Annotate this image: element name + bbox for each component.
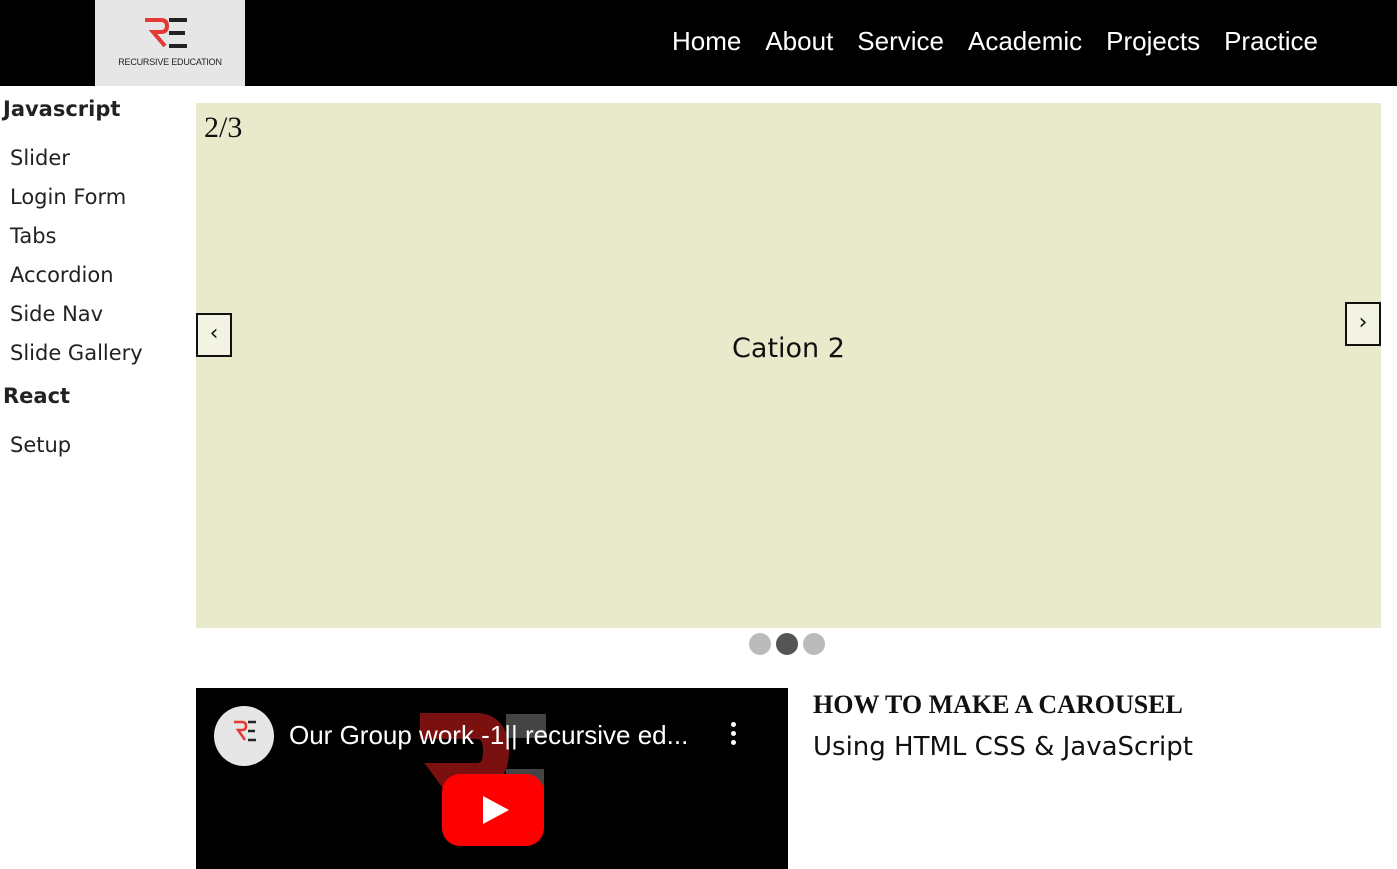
- site-logo[interactable]: RECURSIVE EDUCATION: [95, 0, 245, 86]
- slide-dot-3[interactable]: [803, 633, 825, 655]
- main-nav: Home About Service Academic Projects Pra…: [648, 24, 1318, 58]
- next-slide-button[interactable]: ›: [1345, 302, 1381, 346]
- sidebar-heading-react: React: [3, 384, 71, 408]
- carousel-slide: 2/3 Cation 2 ‹ ›: [196, 103, 1381, 628]
- top-header: RECURSIVE EDUCATION Home About Service A…: [0, 0, 1397, 86]
- article-heading: HOW TO MAKE A CAROUSEL: [813, 690, 1183, 719]
- sidebar-item-side-nav[interactable]: Side Nav: [10, 302, 103, 326]
- youtube-embed[interactable]: Our Group work -1|| recursive ed...: [196, 688, 788, 869]
- channel-avatar[interactable]: [214, 706, 274, 766]
- logo-text: RECURSIVE EDUCATION: [118, 57, 222, 67]
- slide-caption: Cation 2: [732, 333, 845, 364]
- slide-indicators: [749, 633, 825, 655]
- sidebar-item-tabs[interactable]: Tabs: [10, 224, 57, 248]
- nav-practice[interactable]: Practice: [1224, 24, 1318, 58]
- sidebar-item-slider[interactable]: Slider: [10, 146, 70, 170]
- slide-dot-1[interactable]: [749, 633, 771, 655]
- nav-about[interactable]: About: [765, 24, 833, 58]
- prev-slide-button[interactable]: ‹: [196, 313, 232, 357]
- sidebar-item-login-form[interactable]: Login Form: [10, 185, 126, 209]
- slide-dot-2[interactable]: [776, 633, 798, 655]
- article-subheading: Using HTML CSS & JavaScript: [813, 732, 1193, 762]
- nav-academic[interactable]: Academic: [968, 24, 1082, 58]
- sidebar-item-accordion[interactable]: Accordion: [10, 263, 114, 287]
- nav-service[interactable]: Service: [857, 24, 944, 58]
- nav-projects[interactable]: Projects: [1106, 24, 1200, 58]
- nav-home[interactable]: Home: [672, 24, 741, 58]
- slide-counter: 2/3: [204, 111, 243, 144]
- play-icon[interactable]: [442, 774, 544, 846]
- sidebar-heading-javascript: Javascript: [3, 97, 121, 121]
- sidebar-item-setup[interactable]: Setup: [10, 433, 71, 457]
- channel-logo-icon: [234, 720, 256, 742]
- video-title[interactable]: Our Group work -1|| recursive ed...: [289, 720, 699, 751]
- more-vertical-icon[interactable]: [726, 722, 740, 752]
- sidebar-item-slide-gallery[interactable]: Slide Gallery: [10, 341, 143, 365]
- logo-mark-icon: [145, 18, 187, 48]
